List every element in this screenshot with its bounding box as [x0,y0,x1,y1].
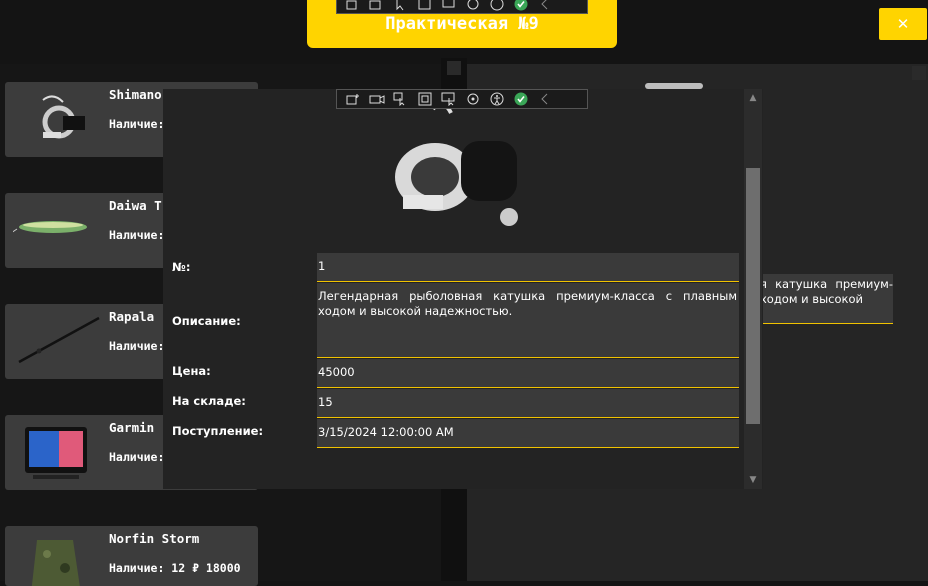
id-label: №: [172,260,191,274]
product-card[interactable]: Norfin Storm Наличие: 12 ₽ 18000 [5,526,258,586]
hot-reload-icon[interactable] [461,0,485,13]
inspect-icon[interactable] [437,90,461,108]
check-icon[interactable] [509,0,533,13]
collapse-icon[interactable] [533,0,557,13]
product-name: Norfin Storm [109,531,200,546]
video-icon[interactable] [365,0,389,13]
scroll-up-icon[interactable]: ▲ [746,91,760,105]
fishing-rod-image [18,316,100,364]
product-name: Daiwa T [109,198,162,213]
fish-finder-image [25,427,87,479]
fishing-lure-image [13,221,87,233]
scroll-down-icon[interactable]: ▼ [746,473,760,487]
product-stock: Наличие: [109,228,165,242]
accessibility-icon[interactable] [485,0,509,13]
check-icon[interactable] [509,90,533,108]
frame-icon[interactable] [413,90,437,108]
product-stock: Наличие: [109,117,165,131]
product-name: Garmin [109,420,155,435]
description-label: Описание: [172,314,241,328]
camo-suit-image [31,540,80,586]
stock-field[interactable]: 15 [317,389,739,418]
debug-toolbar-top[interactable] [336,0,588,14]
hot-reload-icon[interactable] [461,90,485,108]
scrollbar-thumb[interactable] [746,168,760,424]
inspect-icon[interactable] [437,0,461,13]
price-field[interactable]: 45000 [317,359,739,388]
fishing-reel-image [42,95,85,139]
cursor-icon[interactable] [389,90,413,108]
id-field[interactable]: 1 [317,253,739,282]
close-button[interactable]: ✕ [879,8,927,40]
price-label: Цена: [172,364,211,378]
cursor-icon[interactable] [389,0,413,13]
product-stock: Наличие: 12 ₽ 18000 [109,561,241,575]
select-element-icon[interactable] [341,90,365,108]
arrival-field[interactable]: 3/15/2024 12:00:00 AM [317,419,739,448]
product-name: Rapala [109,309,155,324]
product-stock: Наличие: [109,339,165,353]
product-image [395,101,518,226]
scroll-up-icon[interactable] [912,66,926,80]
stock-label: На складе: [172,394,246,408]
accessibility-icon[interactable] [485,90,509,108]
background-description-field: я катушка премиум- ходом и высокой [760,274,893,324]
description-field[interactable]: Легендарная рыболовная катушка премиум-к… [317,283,739,358]
arrival-label: Поступление: [172,424,264,438]
detail-scrollbar[interactable]: ▲ ▼ [744,89,762,489]
video-icon[interactable] [365,90,389,108]
product-name: Shimano [109,87,162,102]
debug-toolbar[interactable] [336,89,588,109]
collapse-icon[interactable] [533,90,557,108]
product-detail-popup: №: 1 Описание: Легендарная рыболовная ка… [163,89,763,489]
scroll-up-icon[interactable] [447,61,461,75]
select-element-icon[interactable] [341,0,365,13]
product-stock: Наличие: [109,450,165,464]
frame-icon[interactable] [413,0,437,13]
